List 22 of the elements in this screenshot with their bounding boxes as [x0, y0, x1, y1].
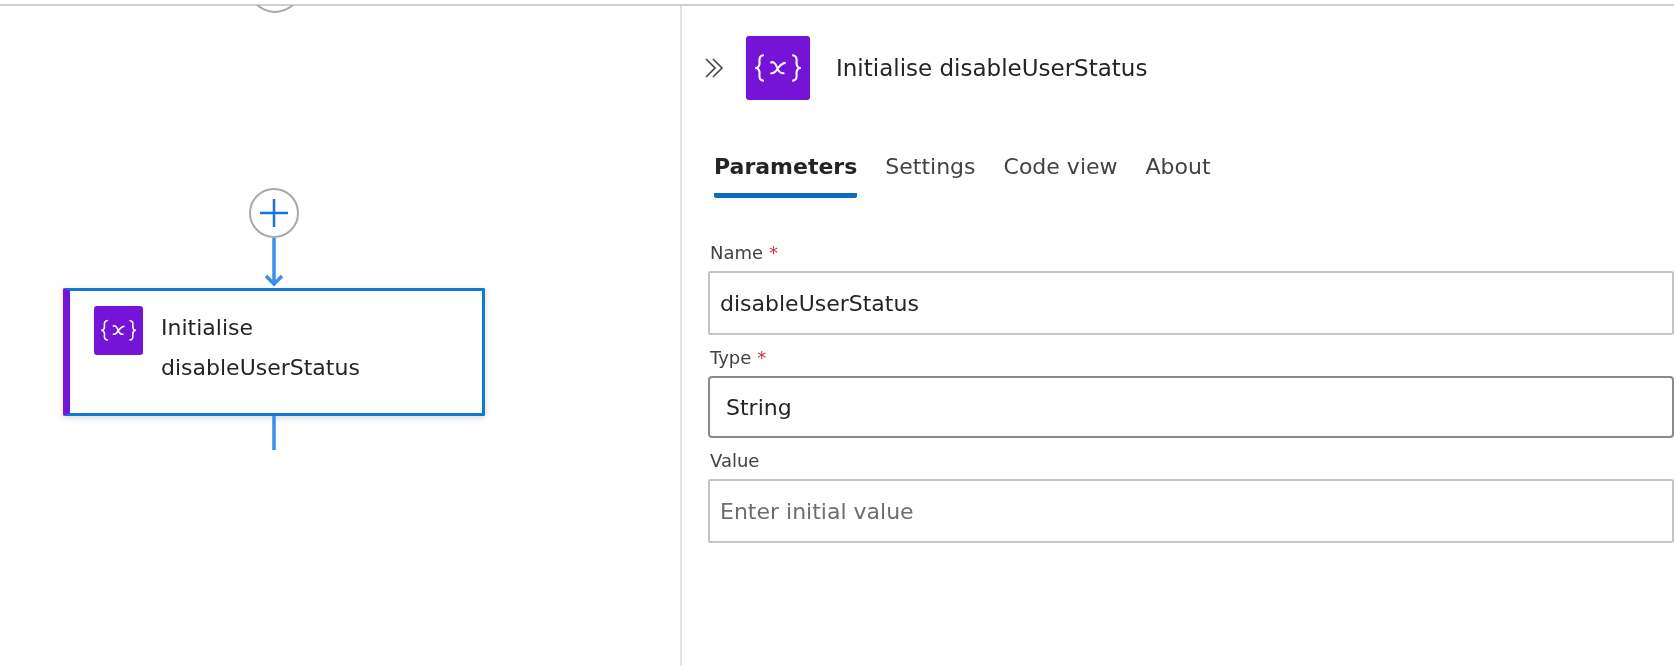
tab[interactable]: Parameters [714, 148, 858, 198]
variable-icon [94, 306, 143, 355]
double-chevron-icon [703, 57, 725, 79]
tab[interactable]: Settings [885, 148, 976, 198]
field-label: Name [710, 242, 764, 263]
field-label: Value [710, 450, 760, 471]
tab[interactable]: About [1145, 148, 1211, 198]
required-mark: * [757, 347, 767, 368]
panel-title: Initialise disableUserStatus [836, 55, 1148, 81]
add-step-button[interactable] [249, 188, 299, 238]
type-dropdown[interactable]: String [708, 376, 1674, 438]
connector-arrow [262, 238, 286, 288]
node-title: Initialise disableUserStatus [161, 314, 361, 382]
field-label: Type [710, 347, 752, 368]
tab[interactable]: Code view [1003, 148, 1118, 198]
input-field[interactable]: disableUserStatus [708, 271, 1674, 335]
input-field[interactable]: Enter initial value [708, 479, 1674, 543]
variable-icon [746, 36, 810, 100]
connector-line [272, 416, 276, 450]
required-mark: * [769, 242, 779, 263]
action-node[interactable]: Initialise disableUserStatus [63, 288, 485, 416]
plus-icon [259, 198, 289, 228]
